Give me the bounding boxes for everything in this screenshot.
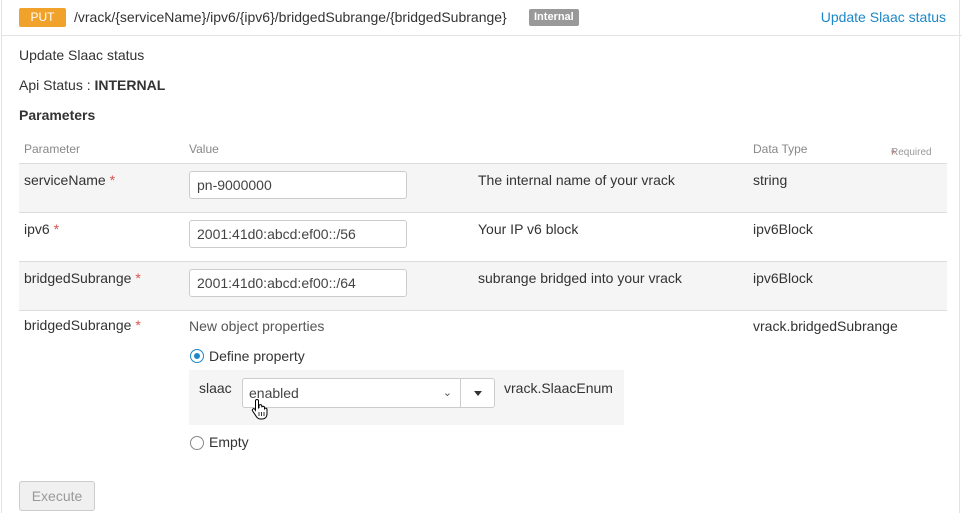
operation-header[interactable]: PUT /vrack/{serviceName}/ipv6/{ipv6}/bri…	[2, 0, 962, 36]
empty-label[interactable]: Empty	[209, 434, 249, 450]
method-badge: PUT	[19, 8, 66, 27]
bridged-subrange-input[interactable]: 2001:41d0:abcd:ef00::/64	[189, 269, 407, 297]
param-name: ipv6 *	[24, 221, 59, 237]
api-status-label: Api Status :	[19, 77, 95, 93]
slaac-label: slaac	[199, 380, 232, 396]
param-type: string	[753, 172, 788, 188]
param-type: ipv6Block	[753, 221, 813, 237]
col-parameter: Parameter	[24, 142, 81, 156]
param-name-text: bridgedSubrange	[24, 317, 132, 333]
table-row: bridgedSubrange * 2001:41d0:abcd:ef00::/…	[19, 262, 947, 311]
col-value: Value	[189, 142, 219, 156]
col-data-type: Data Type	[753, 142, 808, 156]
param-description: The internal name of your vrack	[478, 172, 675, 188]
required-star: *	[53, 221, 60, 237]
param-description: subrange bridged into your vrack	[478, 270, 682, 286]
status-badge: Internal	[529, 9, 579, 26]
parameters-table-header: Parameter Value Data Type * Required	[19, 137, 947, 164]
endpoint-path: /vrack/{serviceName}/ipv6/{ipv6}/bridged…	[74, 9, 507, 25]
param-name: serviceName *	[24, 172, 115, 188]
required-label: Required	[891, 147, 932, 158]
api-status-value: INTERNAL	[94, 77, 166, 93]
dropdown-toggle-button[interactable]	[460, 378, 495, 408]
slaac-select[interactable]: enabled ⌄	[242, 378, 461, 408]
parameters-title: Parameters	[19, 107, 96, 123]
chevron-down-icon: ⌄	[442, 387, 452, 399]
operation-panel: PUT /vrack/{serviceName}/ipv6/{ipv6}/bri…	[1, 0, 962, 513]
body-param-row: bridgedSubrange * New object properties …	[19, 312, 947, 462]
slaac-type: vrack.SlaacEnum	[504, 380, 613, 396]
param-name-text: serviceName	[24, 172, 106, 188]
operation-summary-link[interactable]: Update Slaac status	[821, 9, 946, 25]
service-name-input[interactable]: pn-9000000	[189, 171, 407, 199]
table-row: serviceName * pn-9000000 The internal na…	[19, 164, 947, 213]
param-name-text: ipv6	[24, 221, 50, 237]
param-name: bridgedSubrange *	[24, 317, 141, 333]
property-editor: slaac enabled ⌄ vrack.SlaacEnum	[189, 370, 624, 425]
param-type: vrack.bridgedSubrange	[753, 318, 898, 334]
required-star: *	[135, 270, 141, 286]
required-star: *	[109, 172, 116, 188]
api-status: Api Status : INTERNAL	[19, 77, 165, 93]
param-type: ipv6Block	[753, 270, 813, 286]
hand-cursor-icon	[251, 398, 268, 420]
operation-description: Update Slaac status	[19, 47, 145, 63]
table-row: ipv6 * 2001:41d0:abcd:ef00::/56 Your IP …	[19, 213, 947, 262]
required-star: *	[135, 317, 141, 333]
ipv6-input[interactable]: 2001:41d0:abcd:ef00::/56	[189, 220, 407, 248]
define-property-label[interactable]: Define property	[209, 348, 305, 364]
param-name: bridgedSubrange *	[24, 270, 141, 286]
define-property-radio[interactable]	[190, 349, 204, 363]
param-name-text: bridgedSubrange	[24, 270, 132, 286]
body-param-hint: New object properties	[189, 318, 325, 334]
param-description: Your IP v6 block	[478, 221, 579, 237]
empty-radio[interactable]	[190, 436, 204, 450]
execute-button[interactable]: Execute	[19, 481, 95, 511]
